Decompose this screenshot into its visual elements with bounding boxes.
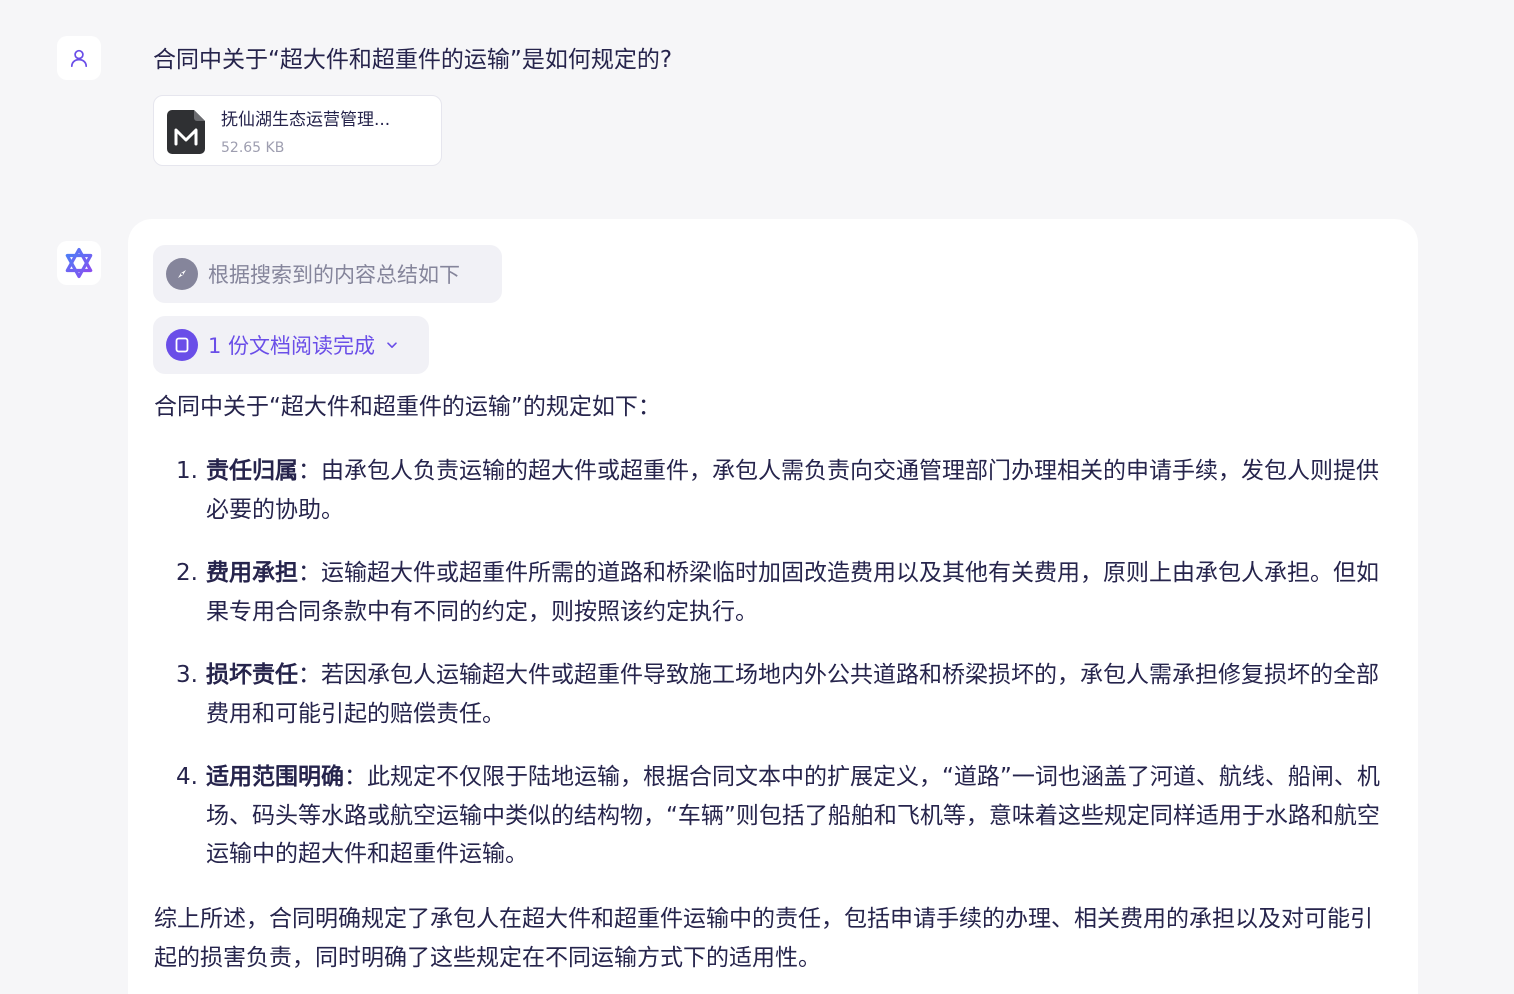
- item-separator: ：: [298, 662, 321, 688]
- document-read-label: 1 份文档阅读完成: [208, 334, 376, 358]
- chat-page: 合同中关于“超大件和超重件的运输”是如何规定的? 抚仙湖生态运营管理... 52…: [0, 0, 1514, 994]
- chevron-down-icon: [387, 342, 397, 348]
- item-number: 1.: [176, 458, 198, 484]
- answer-summary: 综上所述，合同明确规定了承包人在超大件和超重件运输中的责任，包括申请手续的办理、…: [154, 906, 1373, 971]
- user-question: 合同中关于“超大件和超重件的运输”是如何规定的?: [153, 47, 673, 73]
- user-icon: [70, 49, 88, 68]
- item-title: 费用承担: [206, 560, 298, 586]
- document-read-toggle[interactable]: 1 份文档阅读完成: [153, 316, 429, 374]
- item-title: 责任归属: [206, 458, 298, 484]
- assistant-answer-panel: 根据搜索到的内容总结如下 1 份文档阅读完成 合同中关于“超大件和超重件的运输”…: [128, 219, 1418, 994]
- list-item: 1. 责任归属：由承包人负责运输的超大件或超重件，承包人需负责向交通管理部门办理相…: [154, 452, 1386, 529]
- list-item: 3. 损坏责任：若因承包人运输超大件或超重件导致施工场地内外公共道路和桥梁损坏的，…: [154, 656, 1386, 733]
- item-separator: ：: [298, 560, 321, 586]
- list-item: 2. 费用承担：运输超大件或超重件所需的道路和桥梁临时加固改造费用以及其他有关费用…: [154, 554, 1386, 631]
- item-text: 此规定不仅限于陆地运输，根据合同文本中的扩展定义，“道路”一词也涵盖了河道、航线…: [206, 764, 1380, 867]
- assistant-logo-icon: [65, 247, 93, 279]
- item-text: 由承包人负责运输的超大件或超重件，承包人需负责向交通管理部门办理相关的申请手续，…: [206, 458, 1379, 523]
- item-number: 3.: [176, 662, 198, 688]
- item-separator: ：: [298, 458, 321, 484]
- item-title: 适用范围明确: [206, 764, 344, 790]
- document-icon: [166, 329, 198, 361]
- item-number: 2.: [176, 560, 198, 586]
- list-item: 4. 适用范围明确：此规定不仅限于陆地运输，根据合同文本中的扩展定义，“道路”一词…: [154, 758, 1386, 874]
- attachment-name: 抚仙湖生态运营管理...: [221, 110, 391, 130]
- answer-intro: 合同中关于“超大件和超重件的运输”的规定如下：: [154, 394, 661, 420]
- search-summary-status[interactable]: 根据搜索到的内容总结如下: [153, 245, 502, 303]
- item-separator: ：: [344, 764, 367, 790]
- compass-icon: [166, 258, 198, 290]
- markdown-file-icon: [167, 110, 205, 154]
- assistant-avatar: [57, 241, 101, 285]
- attachment-size: 52.65 KB: [221, 140, 285, 156]
- item-title: 损坏责任: [206, 662, 298, 688]
- answer-points-list: 1. 责任归属：由承包人负责运输的超大件或超重件，承包人需负责向交通管理部门办理相…: [154, 452, 1386, 899]
- item-text: 运输超大件或超重件所需的道路和桥梁临时加固改造费用以及其他有关费用，原则上由承包…: [206, 560, 1379, 625]
- search-summary-label: 根据搜索到的内容总结如下: [208, 263, 460, 287]
- user-avatar: [57, 36, 101, 80]
- item-text: 若因承包人运输超大件或超重件导致施工场地内外公共道路和桥梁损坏的，承包人需承担修…: [206, 662, 1379, 727]
- attachment-card[interactable]: 抚仙湖生态运营管理... 52.65 KB: [153, 95, 442, 166]
- item-number: 4.: [176, 764, 198, 790]
